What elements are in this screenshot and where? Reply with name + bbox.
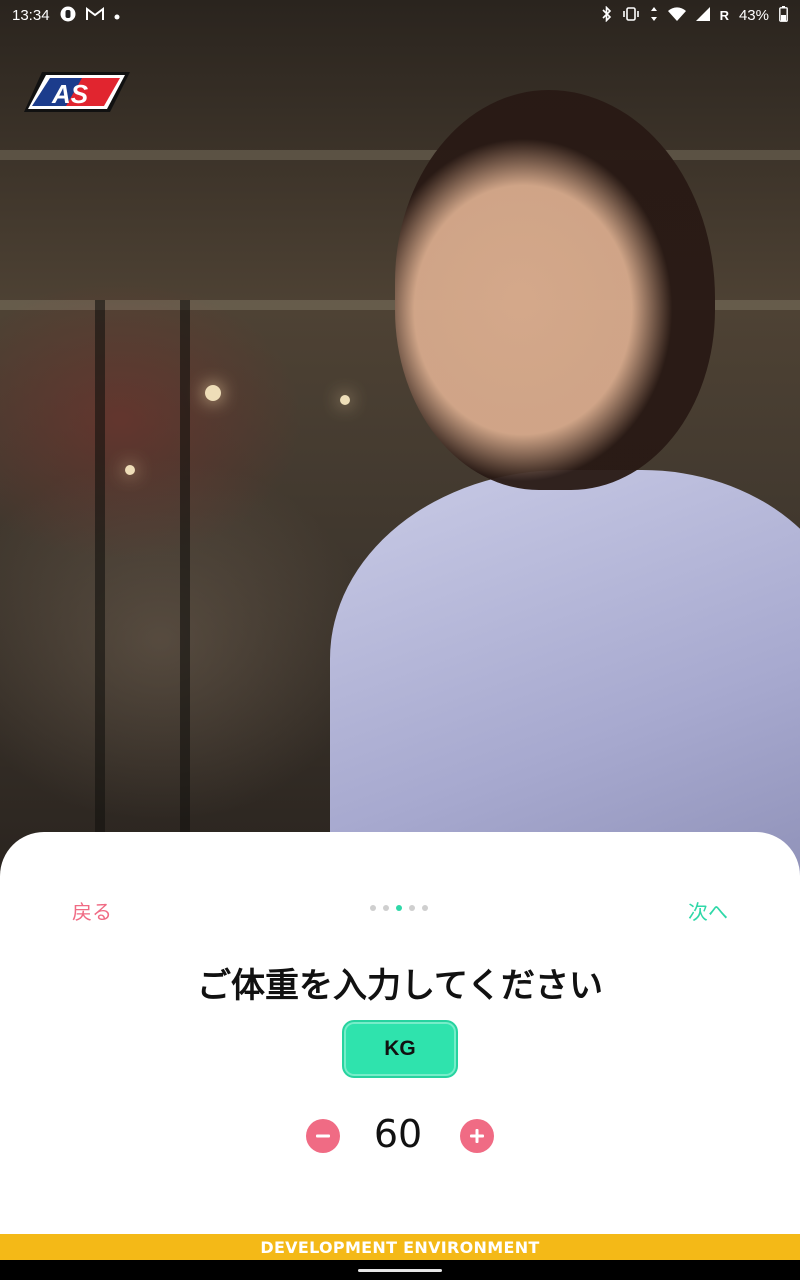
minus-icon bbox=[316, 1134, 330, 1138]
ceiling-light bbox=[340, 395, 350, 405]
brand-logo: AS bbox=[22, 70, 132, 116]
page-dot-active bbox=[396, 905, 402, 911]
increase-weight-button[interactable] bbox=[460, 1119, 494, 1153]
unit-toggle-button[interactable]: KG bbox=[342, 1020, 458, 1078]
signal-icon bbox=[695, 7, 710, 23]
decrease-weight-button[interactable] bbox=[306, 1119, 340, 1153]
notification-dot-icon bbox=[114, 8, 120, 22]
weight-input-sheet: 戻る 次へ ご体重を入力してください KG 60 bbox=[0, 832, 800, 1234]
ceiling-light bbox=[125, 465, 135, 475]
page-dot bbox=[383, 905, 389, 911]
page-indicator bbox=[370, 905, 428, 911]
vibrate-icon bbox=[622, 7, 640, 23]
page-dot bbox=[422, 905, 428, 911]
status-left: 13:34 bbox=[12, 6, 120, 24]
ceiling-light bbox=[205, 385, 221, 401]
plus-icon bbox=[470, 1129, 484, 1143]
weight-question: ご体重を入力してください bbox=[197, 966, 603, 1006]
unit-label: KG bbox=[384, 1037, 416, 1060]
status-bar: 13:34 R 43% bbox=[0, 0, 800, 30]
gmail-icon bbox=[85, 7, 104, 23]
roaming-r-icon: R bbox=[719, 7, 729, 23]
background-post bbox=[180, 300, 190, 840]
page-dot bbox=[409, 905, 415, 911]
weight-value: 60 bbox=[373, 1112, 423, 1156]
back-button[interactable]: 戻る bbox=[72, 896, 112, 925]
hero-photo bbox=[0, 0, 800, 880]
home-indicator[interactable] bbox=[358, 1269, 442, 1272]
weight-stepper: 60 bbox=[0, 1112, 800, 1162]
status-right: R 43% bbox=[602, 5, 788, 24]
data-arrows-icon bbox=[650, 7, 658, 23]
status-time: 13:34 bbox=[12, 6, 50, 24]
dev-environment-banner: DEVELOPMENT ENVIRONMENT bbox=[0, 1234, 800, 1260]
battery-icon bbox=[779, 6, 788, 24]
page-dot bbox=[370, 905, 376, 911]
bluetooth-icon bbox=[602, 5, 612, 24]
next-button[interactable]: 次へ bbox=[688, 896, 728, 925]
background-rail bbox=[0, 150, 800, 160]
shield-icon bbox=[60, 6, 76, 24]
svg-text:AS: AS bbox=[51, 79, 89, 109]
system-nav-bar bbox=[0, 1260, 800, 1280]
background-post bbox=[95, 300, 105, 840]
battery-percent: 43% bbox=[738, 6, 769, 24]
person-body bbox=[330, 470, 800, 880]
wifi-icon bbox=[667, 7, 686, 23]
